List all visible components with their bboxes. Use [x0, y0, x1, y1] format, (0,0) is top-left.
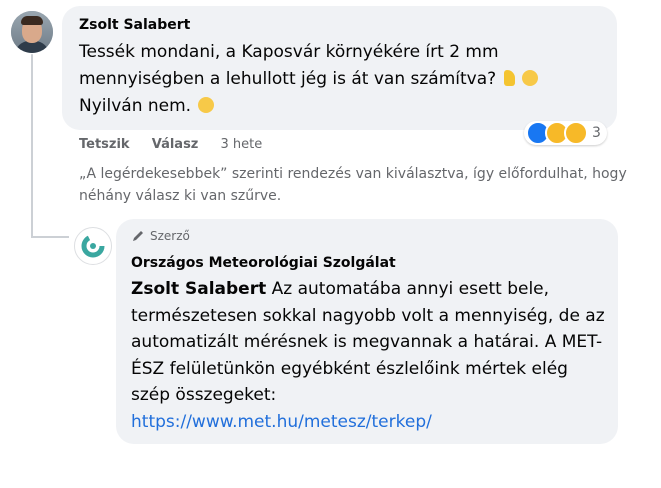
- met-logo-icon: [81, 234, 105, 258]
- reactions-summary[interactable]: 3: [524, 121, 607, 145]
- comment-text-line2: Nyilván nem.: [79, 96, 192, 116]
- thinking-face-emoji-icon: [522, 70, 538, 86]
- comment-author[interactable]: Zsolt Salabert: [79, 17, 190, 33]
- pointing-hand-emoji-icon: [503, 70, 515, 86]
- comment-text-main: Tessék mondani, a Kaposvár környékére ír…: [79, 42, 499, 89]
- comment-text: Tessék mondani, a Kaposvár környékére ír…: [79, 39, 599, 120]
- mention-link[interactable]: Zsolt Salabert: [131, 279, 266, 299]
- met-logo-avatar[interactable]: [74, 227, 112, 265]
- thread-branch: [31, 236, 69, 238]
- reply-author[interactable]: Országos Meteorológiai Szolgálat: [131, 255, 396, 271]
- comment-timestamp[interactable]: 3 hete: [221, 137, 263, 152]
- reply-url-link[interactable]: https://www.met.hu/metesz/terkep/: [131, 412, 432, 432]
- rolling-laughing-emoji-icon: [198, 97, 215, 113]
- author-badge: Szerző: [131, 229, 190, 243]
- avatar[interactable]: [11, 11, 53, 53]
- pencil-icon: [133, 231, 143, 241]
- like-button[interactable]: Tetszik: [79, 137, 130, 152]
- sort-note: „A legérdekesebbek” szerinti rendezés va…: [79, 166, 627, 204]
- thread-line: [31, 54, 33, 238]
- sad-reaction-icon: [564, 121, 588, 145]
- author-badge-label: Szerző: [150, 229, 190, 243]
- reaction-count: 3: [592, 125, 601, 141]
- reply-button[interactable]: Válasz: [152, 137, 199, 152]
- comment-actions: Tetszik Válasz 3 hete: [79, 137, 280, 152]
- reply-text: Zsolt Salabert Az automatába annyi esett…: [131, 276, 611, 435]
